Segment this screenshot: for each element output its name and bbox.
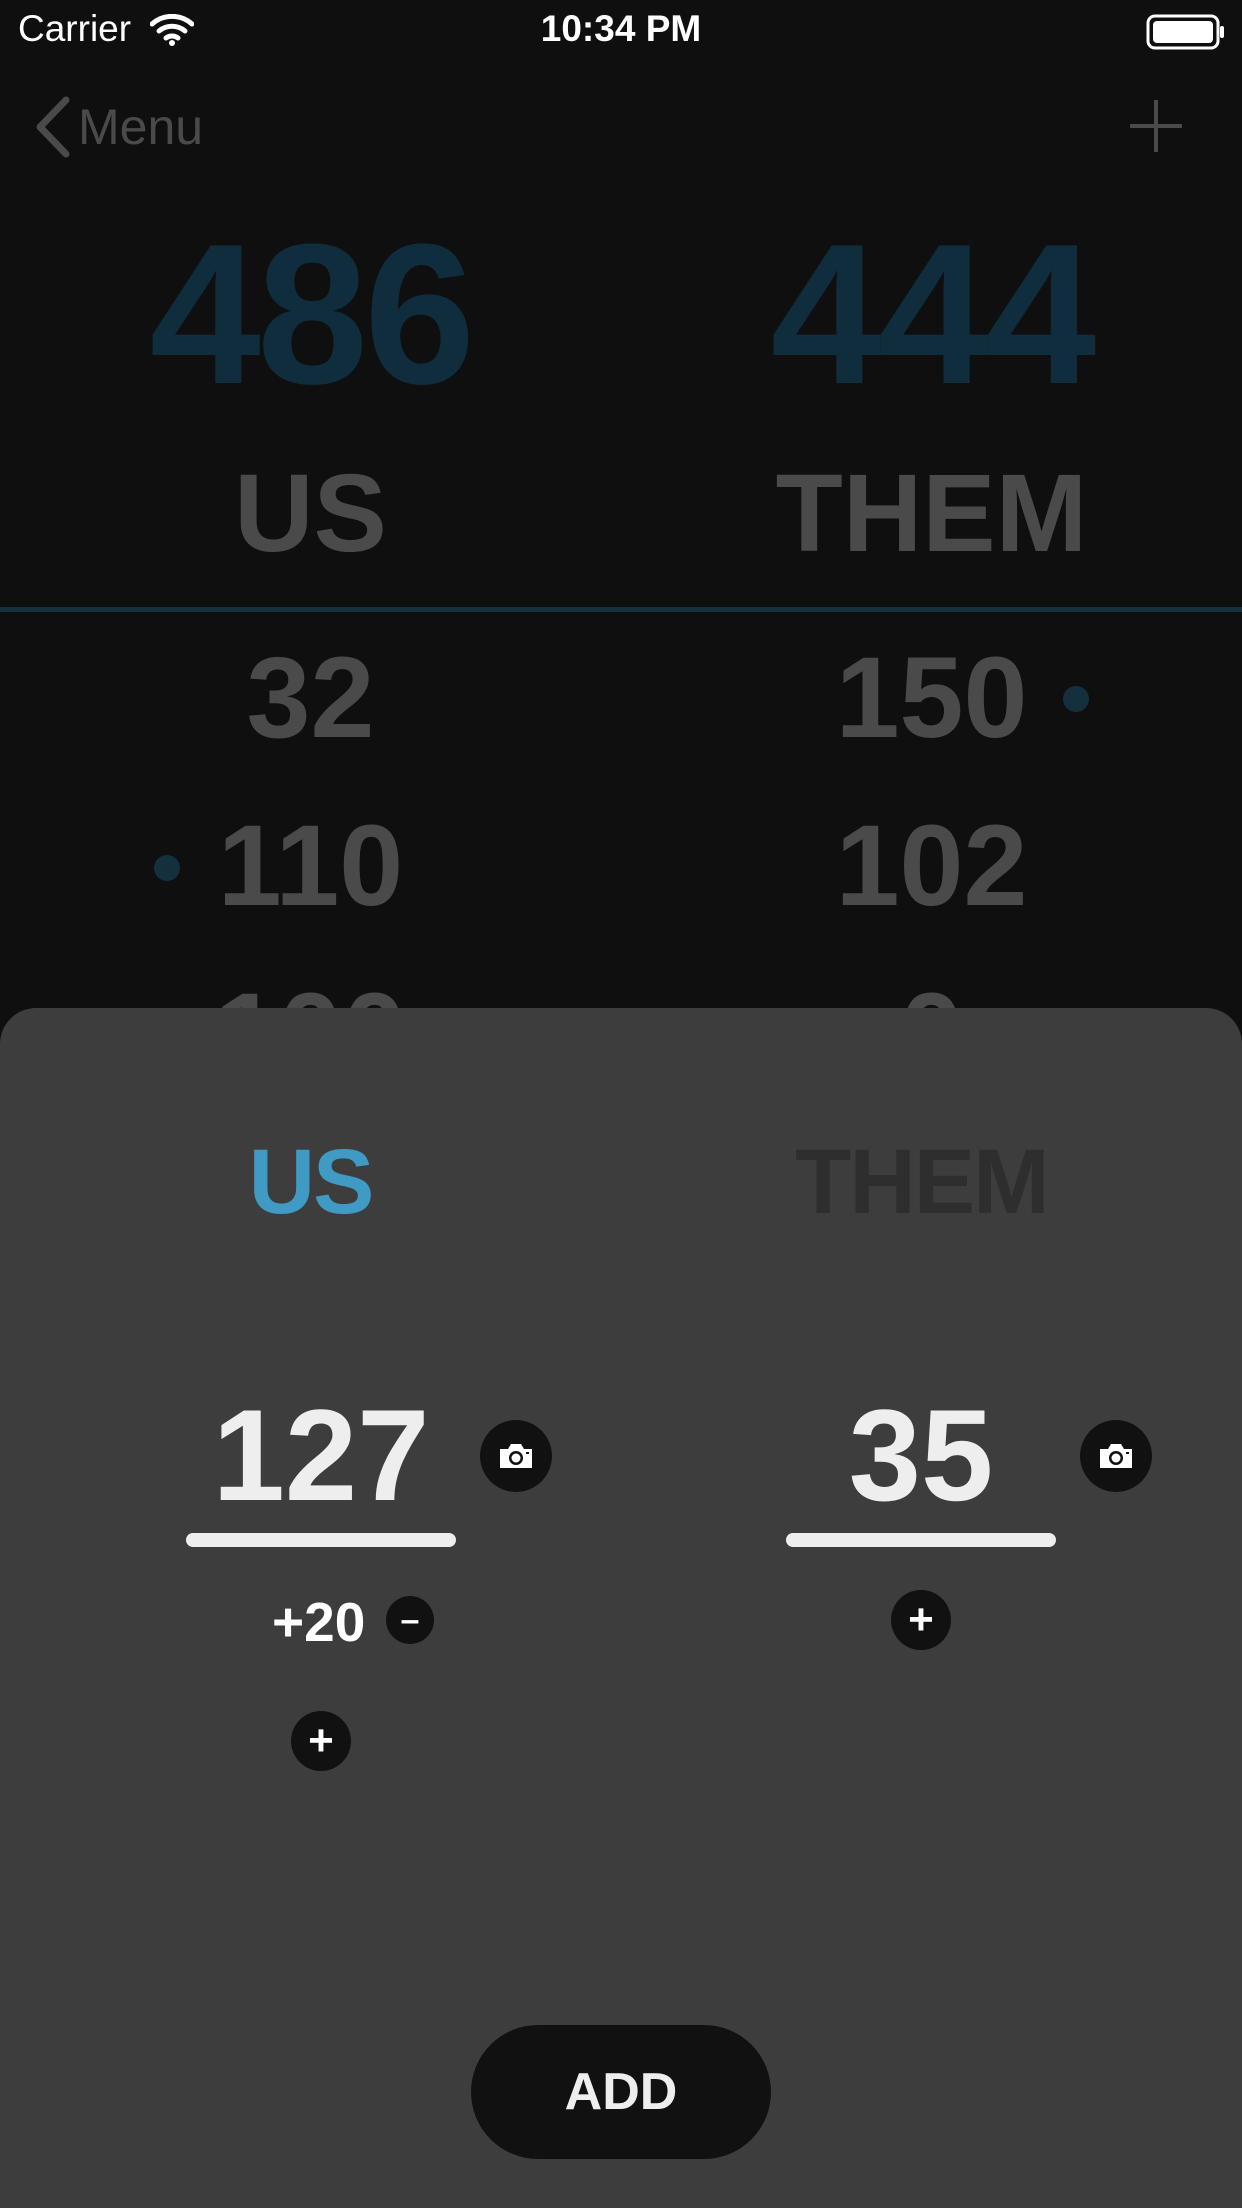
them-total: 444 (770, 203, 1097, 426)
us-camera-button[interactable] (480, 1420, 552, 1492)
round-us-score: 32 (246, 634, 375, 762)
clock: 10:34 PM (540, 8, 702, 49)
back-button[interactable]: Menu (34, 92, 203, 162)
remove-bonus-button[interactable]: – (386, 1596, 434, 1644)
round-us-score: 110 (217, 802, 404, 930)
divider (0, 607, 1242, 612)
round-them-score: 102 (835, 802, 1028, 930)
plus-icon: + (308, 1716, 334, 1765)
us-score-input[interactable]: 127 (186, 1380, 456, 1530)
them-camera-button[interactable] (1080, 1420, 1152, 1492)
add-button[interactable]: ADD (471, 2025, 771, 2159)
us-total: 486 (149, 203, 476, 426)
back-label: Menu (78, 99, 204, 155)
us-score-underline (186, 1533, 456, 1547)
camera-icon (500, 1444, 532, 1468)
them-team-label: THEM (775, 452, 1088, 575)
status-bar: Carrier 10:34 PM (0, 0, 1242, 60)
chevron-left-icon (36, 96, 70, 158)
camera-icon (1100, 1444, 1132, 1468)
dealer-indicator (1063, 686, 1089, 712)
them-score-underline (786, 1533, 1056, 1547)
them-add-bonus-button[interactable]: + (891, 1590, 951, 1650)
us-add-bonus-button[interactable]: + (291, 1711, 351, 1771)
plus-icon: + (908, 1595, 934, 1644)
battery-icon (1146, 14, 1224, 50)
plus-icon[interactable] (1126, 96, 1186, 156)
us-team-label: US (234, 452, 387, 575)
minus-icon: – (400, 1600, 420, 1639)
round-them-score: 150 (835, 634, 1028, 762)
dealer-indicator (154, 855, 180, 881)
us-tab[interactable]: US (0, 1130, 621, 1235)
us-bonus-value: +20 (272, 1591, 366, 1653)
them-tab[interactable]: THEM (611, 1130, 1232, 1235)
them-score-input[interactable]: 35 (786, 1380, 1056, 1530)
